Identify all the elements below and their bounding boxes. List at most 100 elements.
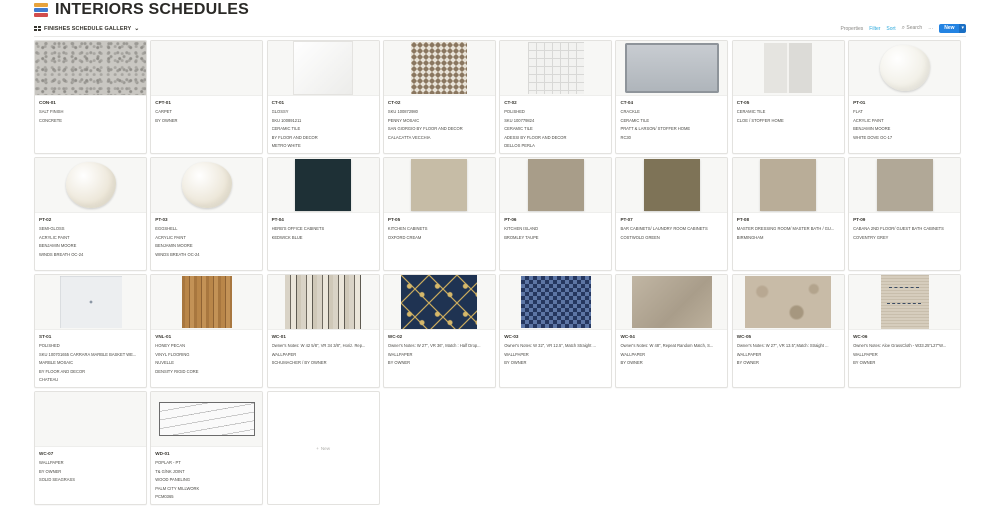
card-property: WINDS BREATH OC-24 <box>39 251 84 257</box>
card-property: SAN GIORGIO BY FLOOR AND DECOR <box>387 126 463 132</box>
card-thumbnail <box>267 41 379 96</box>
toolbar-actions: Properties Filter Sort ⌕ Search ··· New … <box>841 24 966 33</box>
striped-wallpaper-swatch <box>285 275 362 329</box>
card-title: CT-01 <box>271 100 285 105</box>
card-property: GLOSSY <box>271 109 289 114</box>
gallery-card[interactable]: PT-01 FLAT ACRYLIC PAINT BENJAMIN MOORE WHIT… <box>848 40 962 154</box>
card-property: CERAMIC TILE <box>620 117 650 123</box>
sort-button[interactable]: Sort <box>886 26 895 32</box>
gallery-card[interactable]: ST-01 POLISHED SKU 100701655 CARRARA MARBL… <box>34 274 147 388</box>
card-property: SEMI-GLOSS <box>39 226 65 231</box>
gallery-card[interactable]: WC-06 Owner's Notes: Aloe GrassCloth - W3… <box>848 274 962 388</box>
gallery-card[interactable]: VNL-01 HONEY PECAN VINYL FLOORING NUVELLE DE… <box>150 274 264 388</box>
gallery-card[interactable]: WC-07 WALLPAPER BY OWNER SOLID SEAGRASS <box>34 391 147 505</box>
new-button[interactable]: New <box>939 24 960 33</box>
card-property: PCM0365 <box>155 494 174 500</box>
subway-tile-swatch <box>624 43 719 93</box>
card-title: WD-01 <box>155 451 170 456</box>
card-property: ACRYLIC PAINT <box>39 234 70 240</box>
gallery-card[interactable]: PT-07 BAR CABINETS/ LAUNDRY ROOM CABINETS… <box>615 157 729 271</box>
card-thumbnail <box>383 41 495 96</box>
card-property: BY OWNER <box>504 360 527 366</box>
card-property: Owner's Notes: W 32", VR 12.5", Match St… <box>504 343 596 348</box>
paint-chip-swatch <box>760 159 817 211</box>
card-property: BAR CABINETS/ LAUNDRY ROOM CABINETS <box>620 226 708 231</box>
gallery-card[interactable]: CT-05 CERAMIC TILE CLOE / STOFFER HOME <box>731 40 845 154</box>
search-button[interactable]: ⌕ Search <box>902 25 923 32</box>
gallery-card[interactable]: PT-09 CABANA 2ND FLOOR/ GUEST BATH CABINE… <box>848 157 962 271</box>
gallery-card[interactable]: CT-04 CRACKLE CERAMIC TILE PRATT & LARSON/ … <box>615 40 729 154</box>
card-property: KITCHEN CABINETS <box>387 226 428 231</box>
card-title: CPT-01 <box>155 100 171 105</box>
card-property: MASTER DRESSING ROOM/ MASTER BATH / GU..… <box>736 226 835 231</box>
card-property: ADESSI BY FLOOR AND DECOR <box>504 134 567 140</box>
card-title: ST-01 <box>39 334 52 339</box>
card-property: HONEY PECAN <box>155 343 186 348</box>
card-title: PT-05 <box>387 217 401 222</box>
card-property: SKU 100701655 CARRARA MARBLE BASKET WE..… <box>39 351 137 357</box>
penny-mosaic-swatch <box>411 42 468 94</box>
gallery-card[interactable]: CPT-01 CARPET BY OWNER <box>150 40 264 154</box>
paint-swatch <box>879 45 930 91</box>
gallery-card[interactable]: WC-04 Owner's Notes: W 48", Repeat Random… <box>615 274 729 388</box>
card-property: FLAT <box>853 109 863 114</box>
properties-button[interactable]: Properties <box>841 26 864 32</box>
card-title: WC-04 <box>620 334 635 339</box>
card-properties: PT-05 KITCHEN CABINETS OXFORD CREAM <box>384 213 495 242</box>
gallery-card[interactable]: PT-03 EGGSHELL ACRYLIC PAINT BENJAMIN MOORE… <box>150 157 264 271</box>
gallery-card[interactable]: PT-06 KITCHEN ISLAND BROMLEY TAUPE <box>499 157 613 271</box>
card-thumbnail <box>267 158 379 213</box>
gallery-card[interactable]: WD-01 POPLAR - PT T& G/NK JOINT WOOD PANELI… <box>150 391 264 505</box>
view-selector[interactable]: FINISHES SCHEDULE GALLERY ⌄ <box>34 25 139 32</box>
card-title: WC-07 <box>39 451 54 456</box>
card-property: CONCRETE <box>39 117 62 123</box>
new-card-button[interactable]: + New <box>266 391 380 505</box>
gallery-card[interactable]: PT-02 SEMI-GLOSS ACRYLIC PAINT BENJAMIN MOO… <box>34 157 147 271</box>
card-property: BY OWNER <box>620 360 643 366</box>
gallery-card[interactable]: CT-02 POLISHED SKU 100779824 CERAMIC TILE AD… <box>499 40 613 154</box>
card-property: CLOE / STOFFER HOME <box>736 117 784 123</box>
grasscloth-wallpaper-swatch <box>880 275 929 329</box>
card-title: WC-02 <box>387 334 403 339</box>
gallery-card[interactable]: CON-01 SALT FINISH CONCRETE <box>34 40 147 154</box>
card-thumbnail <box>35 158 146 213</box>
card-title: CT-05 <box>736 100 750 105</box>
marble-mosaic-swatch <box>59 276 122 328</box>
filter-button[interactable]: Filter <box>869 26 880 32</box>
gallery-card[interactable]: PT-04 HERB'S OFFICE CABINETS KEDWICK BLUE <box>266 157 380 271</box>
gallery-card[interactable]: CT-02 SKU 100872980 PENNY MOSAIC SAN GIORGI… <box>382 40 496 154</box>
card-properties: PT-08 MASTER DRESSING ROOM/ MASTER BATH /… <box>733 213 844 242</box>
card-properties: CT-04 CRACKLE CERAMIC TILE PRATT & LARSON/ … <box>616 96 727 142</box>
card-property: BY OWNER <box>853 360 876 366</box>
paint-swatch <box>181 162 232 208</box>
card-title: PT-09 <box>853 217 866 222</box>
plus-icon: + <box>316 445 319 451</box>
card-property: POPLAR - PT <box>155 460 181 465</box>
card-title: PT-07 <box>620 217 633 222</box>
gallery-card[interactable]: WC-01 Owner's Notes: W 42 5/8", VR 34 3/8… <box>266 274 380 388</box>
more-button[interactable]: ··· <box>928 26 933 32</box>
gallery-card[interactable]: WC-05 Owner's Notes: W 27", VR 13.5",Matc… <box>731 274 845 388</box>
gallery-card[interactable]: PT-05 KITCHEN CABINETS OXFORD CREAM <box>382 157 496 271</box>
gallery-card[interactable]: PT-08 MASTER DRESSING ROOM/ MASTER BATH /… <box>731 157 845 271</box>
gallery-view-icon <box>34 26 41 31</box>
gallery-grid: CON-01 SALT FINISH CONCRETE CPT-01 CARPET BY … <box>34 40 966 505</box>
card-thumbnail <box>151 158 263 213</box>
card-property: COSTWOLD GREEN <box>620 234 660 240</box>
card-title: CT-04 <box>620 100 633 105</box>
new-dropdown-icon[interactable]: ▾ <box>959 24 966 33</box>
vinyl-plank-swatch <box>181 276 232 328</box>
paint-chip-swatch <box>295 159 352 211</box>
gallery-card[interactable]: WC-02 Owner's Notes: W 27", VR 36", Match… <box>382 274 496 388</box>
database-toolbar: FINISHES SCHEDULE GALLERY ⌄ Properties F… <box>34 22 966 35</box>
card-property: CHATEAU <box>39 377 59 383</box>
card-properties: CT-05 CERAMIC TILE CLOE / STOFFER HOME <box>733 96 844 125</box>
card-thumbnail <box>732 275 844 330</box>
card-property: Owner's Notes: Aloe GrassCloth - W33.25"… <box>853 343 947 348</box>
card-thumbnail <box>35 275 146 330</box>
gallery-card[interactable]: WC-03 Owner's Notes: W 32", VR 12.5", Mat… <box>499 274 613 388</box>
card-property: OXFORD CREAM <box>387 234 422 240</box>
card-properties: VNL-01 HONEY PECAN VINYL FLOORING NUVELLE DE… <box>151 330 262 376</box>
gallery-card[interactable]: CT-01 GLOSSY SKU 100891211 CERAMIC TILE BY F… <box>266 40 380 154</box>
card-property: RC30 <box>620 134 631 140</box>
